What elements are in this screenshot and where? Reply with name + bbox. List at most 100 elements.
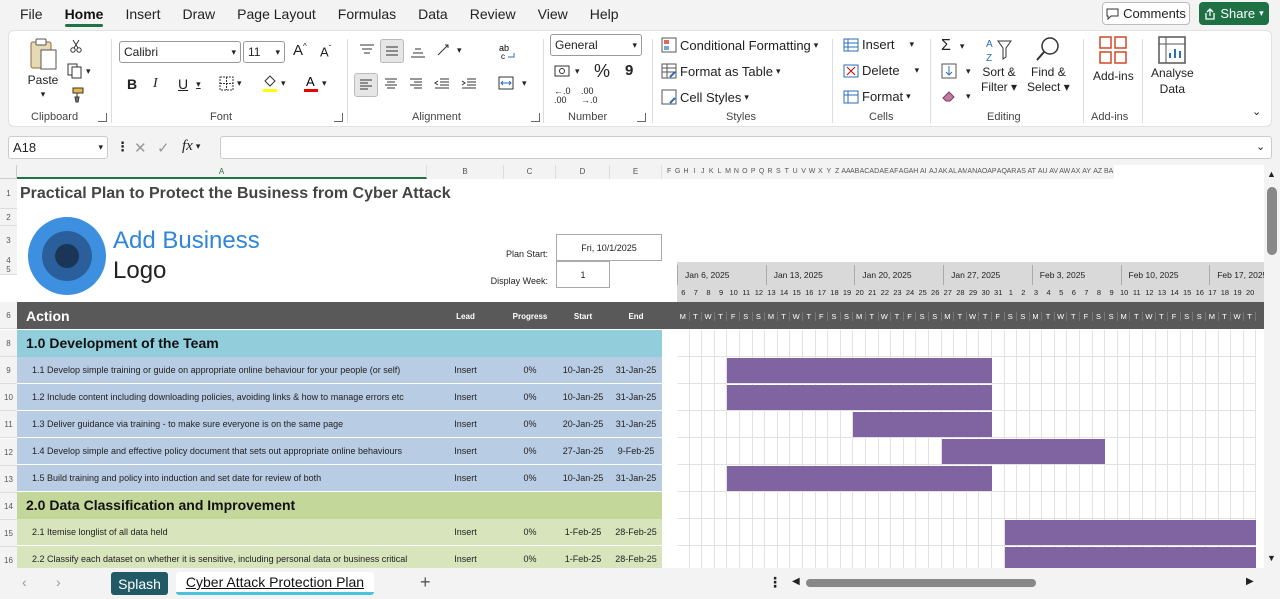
chevron-down-icon[interactable]: ▾	[1259, 8, 1264, 19]
align-center-button[interactable]	[384, 78, 398, 90]
column-header[interactable]: AE	[879, 165, 889, 179]
menu-home[interactable]: Home	[54, 0, 115, 28]
chevron-down-icon[interactable]: ▾	[522, 78, 527, 89]
column-header[interactable]: J	[698, 165, 707, 179]
row-header[interactable]: 1	[0, 179, 17, 209]
column-header[interactable]: AL	[947, 165, 958, 179]
task-name[interactable]: 2.2 Classify each dataset on whether it …	[32, 554, 424, 564]
column-header[interactable]: C	[504, 165, 556, 179]
column-header[interactable]: AB	[849, 165, 860, 179]
align-middle-button[interactable]	[380, 39, 404, 63]
task-name[interactable]: 1.4 Develop simple and effective policy …	[32, 446, 424, 456]
wrap-text-button[interactable]: ab c	[498, 43, 516, 61]
task-name[interactable]: 1.1 Develop simple training or guide on …	[32, 365, 424, 375]
name-box[interactable]: A18 ▾	[8, 136, 108, 159]
task-end[interactable]: 31-Jan-25	[610, 392, 662, 402]
format-cells-button[interactable]: Format ▾	[843, 89, 911, 104]
column-header[interactable]: AX	[1070, 165, 1082, 179]
column-header[interactable]: U	[791, 165, 800, 179]
row-header[interactable]: 8	[0, 330, 17, 357]
menu-data[interactable]: Data	[407, 0, 459, 28]
task-end[interactable]: 31-Jan-25	[610, 419, 662, 429]
fill-button[interactable]: ▾	[941, 63, 971, 79]
column-header[interactable]: I	[690, 165, 699, 179]
comments-button[interactable]: Comments	[1102, 2, 1190, 25]
task-lead[interactable]: Insert	[427, 419, 504, 429]
column-header[interactable]: T	[782, 165, 791, 179]
insert-function-button[interactable]: fx ▾	[182, 138, 200, 155]
menu-formulas[interactable]: Formulas	[327, 0, 407, 28]
row-header[interactable]: 5	[0, 265, 17, 275]
task-start[interactable]: 10-Jan-25	[556, 473, 610, 483]
menu-view[interactable]: View	[527, 0, 579, 28]
task-progress[interactable]: 0%	[504, 527, 556, 537]
column-header[interactable]: AK	[938, 165, 948, 179]
underline-button[interactable]: U ▾	[178, 76, 201, 92]
font-size-combo[interactable]: 11 ▾	[243, 41, 285, 63]
formula-input[interactable]	[220, 136, 1272, 159]
chevron-down-icon[interactable]: ▾	[196, 79, 201, 90]
chevron-down-icon[interactable]: ▾	[457, 45, 462, 56]
number-format-combo[interactable]: General ▾	[550, 34, 642, 56]
confirm-formula-icon[interactable]: ✓	[157, 139, 170, 157]
next-sheet-icon[interactable]: ›	[56, 574, 61, 590]
column-header[interactable]: AY	[1081, 165, 1093, 179]
task-end[interactable]: 31-Jan-25	[610, 365, 662, 375]
more-sheets-icon[interactable]: ⋮	[768, 574, 782, 591]
plan-start-value[interactable]: Fri, 10/1/2025	[556, 234, 662, 261]
column-header[interactable]: A	[17, 165, 427, 179]
task-progress[interactable]: 0%	[504, 419, 556, 429]
horizontal-scroll-thumb[interactable]	[806, 579, 1036, 587]
task-start[interactable]: 20-Jan-25	[556, 419, 610, 429]
column-header[interactable]: G	[673, 165, 682, 179]
display-week-value[interactable]: 1	[556, 261, 610, 288]
column-header[interactable]: AU	[1037, 165, 1049, 179]
copy-button[interactable]: ▾	[67, 63, 91, 79]
percent-button[interactable]: %	[594, 61, 610, 82]
row-header[interactable]: 10	[0, 384, 17, 411]
align-left-button[interactable]	[354, 73, 378, 97]
column-header[interactable]: AW	[1059, 165, 1070, 179]
task-start[interactable]: 10-Jan-25	[556, 392, 610, 402]
task-start[interactable]: 1-Feb-25	[556, 554, 610, 564]
analyse-data-button[interactable]: Analyse Data	[1151, 35, 1194, 97]
format-painter-button[interactable]	[69, 87, 85, 103]
task-name[interactable]: 1.2 Include content including downloadin…	[32, 392, 424, 402]
align-bottom-button[interactable]	[410, 45, 426, 59]
task-name[interactable]: 1.5 Build training and policy into induc…	[32, 473, 424, 483]
task-end[interactable]: 31-Jan-25	[610, 473, 662, 483]
merge-button[interactable]: ▾	[498, 76, 527, 90]
sheet-tab-splash[interactable]: Splash	[111, 572, 168, 595]
conditional-formatting-button[interactable]: Conditional Formatting ▾	[661, 37, 818, 53]
task-name[interactable]: 1.3 Deliver guidance via training - to m…	[32, 419, 424, 429]
italic-button[interactable]: I	[153, 76, 158, 92]
column-header[interactable]: Q	[757, 165, 766, 179]
decrease-indent-button[interactable]	[434, 78, 450, 90]
clear-button[interactable]: ▾	[941, 89, 971, 103]
vertical-scrollbar[interactable]: ▲ ▼	[1264, 165, 1280, 568]
shrink-font-button[interactable]: Aˇ	[320, 44, 331, 59]
column-header[interactable]: AV	[1048, 165, 1060, 179]
font-name-combo[interactable]: Calibri ▾	[119, 41, 241, 63]
expand-formula-icon[interactable]: ⌄	[1256, 140, 1265, 153]
menu-insert[interactable]: Insert	[114, 0, 171, 28]
delete-cells-button[interactable]: Delete ▾	[843, 63, 919, 78]
column-header[interactable]: AT	[1026, 165, 1038, 179]
paste-button[interactable]: Paste ▾	[23, 37, 63, 100]
autosum-button[interactable]: Σ ▾	[941, 37, 964, 55]
column-header[interactable]: AG	[898, 165, 909, 179]
column-header[interactable]: AI	[918, 165, 929, 179]
task-progress[interactable]: 0%	[504, 554, 556, 564]
task-lead[interactable]: Insert	[427, 473, 504, 483]
task-progress[interactable]: 0%	[504, 365, 556, 375]
number-launcher[interactable]	[637, 113, 646, 122]
add-ins-button[interactable]: Add-ins	[1093, 35, 1134, 83]
share-button[interactable]: Share ▾	[1199, 2, 1269, 25]
task-lead[interactable]: Insert	[427, 446, 504, 456]
sheet-tab-cyber-attack[interactable]: Cyber Attack Protection Plan	[176, 572, 374, 595]
task-lead[interactable]: Insert	[427, 554, 504, 564]
row-header[interactable]: 12	[0, 439, 17, 466]
task-progress[interactable]: 0%	[504, 446, 556, 456]
format-as-table-button[interactable]: Format as Table ▾	[661, 63, 781, 79]
corner-cell[interactable]	[0, 165, 17, 179]
